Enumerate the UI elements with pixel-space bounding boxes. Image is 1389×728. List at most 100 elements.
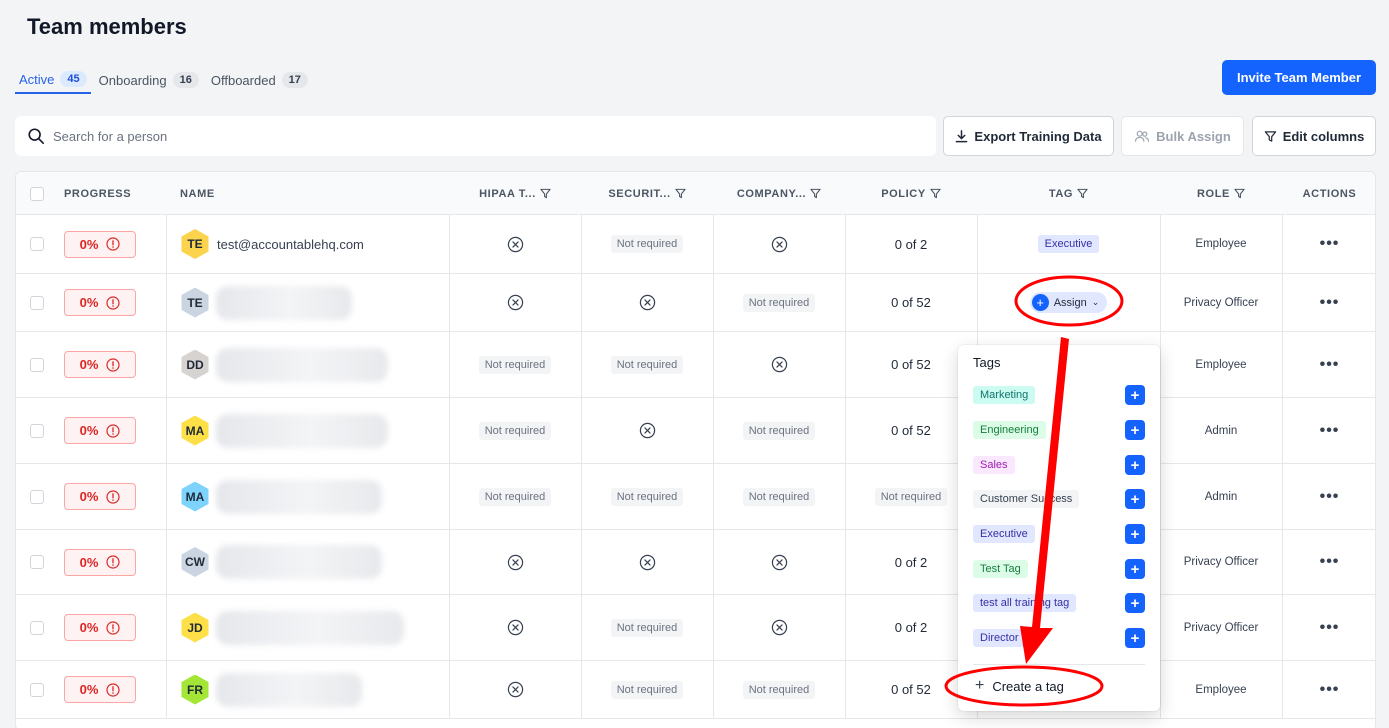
not-required-badge: Not required — [610, 680, 684, 699]
not-started-icon — [771, 554, 787, 570]
row-checkbox[interactable] — [30, 423, 44, 438]
column-header-label: TAG — [1048, 187, 1074, 200]
add-tag-icon[interactable]: + — [1125, 385, 1145, 405]
redacted-name — [216, 413, 388, 448]
table-row[interactable]: 0% CW 0 of 2 Privacy Officer ••• — [16, 530, 1375, 595]
not-required-badge: Not required — [874, 487, 948, 506]
security-cell: Not required — [581, 464, 713, 529]
table-row[interactable]: 0% MA Not required Not required Not required… — [16, 464, 1375, 530]
tab-active[interactable]: Active 45 — [15, 66, 91, 94]
column-header-hipaa[interactable]: HIPAA T... — [449, 172, 581, 215]
not-required-badge: Not required — [742, 293, 816, 312]
alert-icon — [106, 357, 120, 372]
more-actions-icon[interactable]: ••• — [1320, 356, 1340, 374]
tag-menu-item[interactable]: Director + — [973, 627, 1145, 649]
search-input[interactable] — [53, 128, 903, 144]
company-cell — [713, 530, 845, 594]
name-cell: MA — [180, 398, 388, 463]
role-text: Privacy Officer — [1183, 621, 1259, 634]
bulk-assign-button[interactable]: Bulk Assign — [1121, 116, 1244, 156]
table-row[interactable]: 0% FR Not required Not required 0 of 52 Emplo… — [16, 661, 1375, 719]
row-checkbox[interactable] — [30, 489, 44, 504]
column-header-role[interactable]: ROLE — [1160, 172, 1282, 215]
more-actions-icon[interactable]: ••• — [1320, 553, 1340, 571]
progress-cell: 0% — [64, 332, 136, 397]
not-started-icon — [639, 422, 655, 439]
tag-menu-item[interactable]: Engineering + — [973, 419, 1145, 441]
redacted-name — [216, 610, 404, 645]
add-tag-icon[interactable]: + — [1125, 593, 1145, 613]
role-cell: Admin — [1160, 398, 1282, 463]
add-tag-icon[interactable]: + — [1125, 489, 1145, 509]
progress-badge: 0% — [64, 289, 136, 316]
add-tag-icon[interactable]: + — [1125, 559, 1145, 579]
row-checkbox[interactable] — [30, 237, 44, 251]
alert-icon — [106, 620, 120, 635]
export-training-data-button[interactable]: Export Training Data — [943, 116, 1114, 156]
table-row[interactable]: 0% MA Not required Not required 0 of 52 Admin… — [16, 398, 1375, 464]
column-header-label: POLICY — [881, 187, 926, 200]
row-select-cell — [30, 215, 44, 273]
tag-menu-item[interactable]: Executive + — [973, 523, 1145, 545]
actions-cell: ••• — [1282, 530, 1375, 594]
redacted-name — [216, 347, 388, 382]
tag-menu-item[interactable]: Test Tag + — [973, 558, 1145, 580]
more-actions-icon[interactable]: ••• — [1320, 619, 1340, 637]
column-header-tag[interactable]: TAG — [977, 172, 1160, 215]
tab-offboarded[interactable]: Offboarded 17 — [207, 66, 312, 94]
search-icon — [28, 128, 45, 145]
table-row[interactable]: 0% JD Not required 0 of 2 Privacy Officer ••• — [16, 595, 1375, 661]
role-cell: Privacy Officer — [1160, 595, 1282, 660]
alert-icon — [106, 682, 120, 697]
tab-onboarding[interactable]: Onboarding 16 — [95, 66, 203, 94]
tag-menu-item[interactable]: test all training tag + — [973, 592, 1145, 614]
column-header-progress[interactable]: PROGRESS — [64, 172, 164, 215]
row-checkbox[interactable] — [30, 555, 44, 569]
avatar: TE — [181, 287, 209, 318]
table-row[interactable]: 0% TE Not required 0 of 52 + Assign ⌄ Privacy O… — [16, 274, 1375, 332]
column-header-policy[interactable]: POLICY — [845, 172, 977, 215]
create-tag-button[interactable]: + Create a tag — [975, 677, 1064, 695]
row-checkbox[interactable] — [30, 357, 44, 372]
hipaa-cell: Not required — [449, 464, 581, 529]
company-cell — [713, 332, 845, 397]
tag-chip: test all training tag — [973, 594, 1077, 612]
tag-menu-item[interactable]: Customer Success + — [973, 488, 1145, 510]
column-header-name[interactable]: NAME — [180, 172, 380, 215]
row-select-cell — [30, 274, 44, 331]
role-text: Privacy Officer — [1183, 556, 1259, 568]
more-actions-icon[interactable]: ••• — [1320, 235, 1340, 253]
avatar: DD — [181, 349, 209, 380]
row-checkbox[interactable] — [30, 682, 44, 697]
more-actions-icon[interactable]: ••• — [1320, 488, 1340, 506]
more-actions-icon[interactable]: ••• — [1320, 681, 1340, 699]
add-tag-icon[interactable]: + — [1125, 628, 1145, 648]
more-actions-icon[interactable]: ••• — [1320, 422, 1340, 440]
assign-tag-button[interactable]: + Assign ⌄ — [1029, 292, 1108, 313]
progress-badge: 0% — [64, 230, 136, 258]
tag-chip[interactable]: Executive — [1037, 235, 1100, 253]
add-tag-icon[interactable]: + — [1125, 524, 1145, 544]
policy-progress: 0 of 2 — [894, 620, 928, 635]
invite-team-member-button[interactable]: Invite Team Member — [1222, 60, 1376, 95]
role-cell: Employee — [1160, 332, 1282, 397]
row-checkbox[interactable] — [30, 295, 44, 310]
not-started-icon — [507, 681, 523, 698]
row-checkbox[interactable] — [30, 620, 44, 635]
edit-columns-button[interactable]: Edit columns — [1252, 116, 1376, 156]
users-icon — [1135, 130, 1150, 142]
add-tag-icon[interactable]: + — [1125, 420, 1145, 440]
security-cell: Not required — [581, 215, 713, 273]
member-email[interactable]: test@accountablehq.com — [217, 237, 364, 252]
table-row[interactable]: 0% TE test@accountablehq.com Not required 0 … — [16, 215, 1375, 274]
add-tag-icon[interactable]: + — [1125, 455, 1145, 475]
table-row[interactable]: 0% DD Not required Not required 0 of 52 Emplo… — [16, 332, 1375, 398]
actions-cell: ••• — [1282, 398, 1375, 463]
tag-menu-item[interactable]: Sales + — [973, 454, 1145, 476]
not-required-badge: Not required — [478, 487, 552, 506]
select-all-checkbox[interactable] — [30, 186, 44, 201]
tag-menu-item[interactable]: Marketing + — [973, 384, 1145, 406]
more-actions-icon[interactable]: ••• — [1320, 294, 1340, 312]
column-header-security[interactable]: SECURIT... — [581, 172, 713, 215]
column-header-company[interactable]: COMPANY... — [713, 172, 845, 215]
